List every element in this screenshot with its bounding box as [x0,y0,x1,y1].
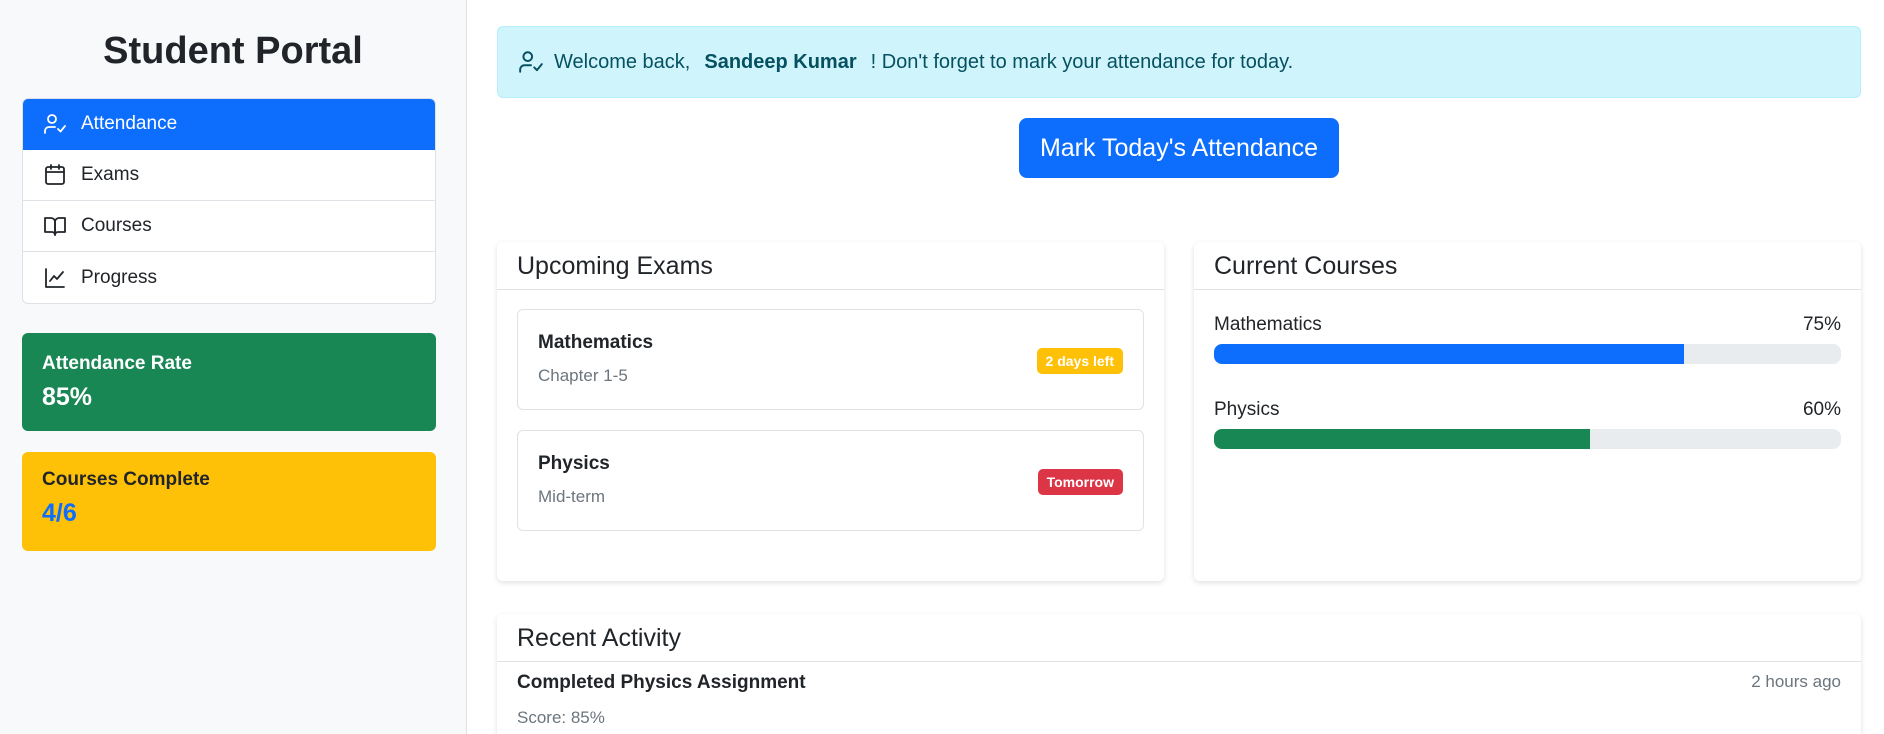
exam-name: Physics [538,453,610,474]
sidebar-item-label: Progress [81,266,158,288]
recent-activity-title: Recent Activity [497,614,1861,662]
welcome-prefix: Welcome back, [554,50,691,73]
exam-name: Mathematics [538,332,654,353]
course-progress-row: Mathematics 75% [1214,314,1841,364]
exam-due-badge: Tomorrow [1037,469,1123,495]
exam-detail: Chapter 1-5 [538,366,628,385]
line-chart-icon [45,267,65,288]
exam-detail: Mid-term [538,487,606,506]
upcoming-exams-title: Upcoming Exams [497,242,1164,290]
course-percent: 75% [1802,314,1841,335]
courses-complete-value: 4/6 [42,499,77,527]
attendance-rate-label: Attendance Rate [42,353,192,374]
current-courses-card: Current Courses Mathematics 75% Physics … [1194,242,1861,581]
sidebar-item-label: Attendance [81,113,178,134]
exam-due-badge: 2 days left [1036,348,1123,374]
course-progress-row: Physics 60% [1214,399,1841,449]
activity-title: Completed Physics Assignment [517,672,806,693]
attendance-rate-value: 85% [42,383,93,411]
recent-activity-card: Recent Activity Completed Physics Assign… [497,614,1861,734]
activity-item[interactable]: Completed Physics Assignment 2 hours ago… [517,672,1841,728]
app-title: Student Portal [103,30,363,72]
course-percent: 60% [1802,399,1841,420]
user-check-icon [44,114,66,134]
welcome-suffix: ! Don't forget to mark your attendance f… [870,50,1294,73]
exam-item[interactable]: Mathematics Chapter 1-5 2 days left [517,309,1144,410]
sidebar-nav: Attendance Exams Courses Progress [22,98,436,304]
courses-complete-label: Courses Complete [42,469,210,490]
upcoming-exams-card: Upcoming Exams Mathematics Chapter 1-5 2… [497,242,1164,581]
activity-detail: Score: 85% [517,708,605,727]
sidebar-item-courses[interactable]: Courses [23,201,435,252]
course-progress-bar [1214,429,1841,449]
calendar-icon [45,164,65,185]
user-check-icon [519,51,543,73]
course-progress-bar [1214,344,1841,364]
sidebar-item-progress[interactable]: Progress [23,252,435,303]
sidebar-item-attendance[interactable]: Attendance [23,99,435,150]
course-progress-fill [1214,429,1591,449]
exam-item[interactable]: Physics Mid-term Tomorrow [517,430,1144,531]
sidebar-item-label: Courses [81,215,152,236]
book-open-icon [44,217,66,236]
attendance-rate-card: Attendance Rate 85% [22,333,436,431]
courses-complete-card: Courses Complete 4/6 [22,452,436,551]
activity-time: 2 hours ago [1751,672,1841,691]
course-name: Physics [1214,399,1280,420]
welcome-alert: Welcome back, Sandeep Kumar ! Don't forg… [497,26,1861,98]
sidebar: Student Portal Attendance Exams Courses … [0,0,467,734]
course-progress-fill [1214,344,1685,364]
sidebar-item-exams[interactable]: Exams [23,150,435,201]
mark-attendance-button[interactable]: Mark Today's Attendance [1019,118,1339,178]
current-courses-title: Current Courses [1194,242,1861,290]
sidebar-item-label: Exams [81,164,140,185]
student-name: Sandeep Kumar [704,50,857,73]
course-name: Mathematics [1214,314,1322,335]
